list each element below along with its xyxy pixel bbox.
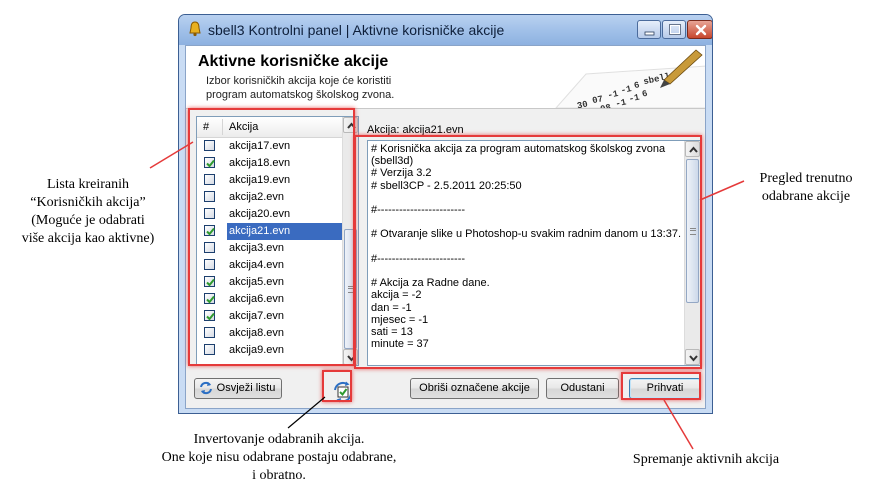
annotation-line: Invertovanje odabranih akcija. [193,432,365,447]
annotation-line: Spremanje aktivnih akcija [632,452,780,467]
annotation-invert: Invertovanje odabranih akcija. One koje … [124,431,434,485]
annotation-line: One koje nisu odabrane postaju odabrane, [161,450,397,465]
annotation-line: (Moguće je odabrati [31,213,145,228]
annotation-line: Lista kreiranih [46,177,130,192]
annotation-save: Spremanje aktivnih akcija [608,451,804,469]
annotation-line: više akcija kao aktivne) [21,231,155,246]
annotation-line: Pregled trenutno [759,171,853,186]
annotation-line: odabrane akcije [761,189,851,204]
annotation-line: i obratno. [252,468,306,483]
annotation-list: Lista kreiranih “Korisničkih akcija” (Mo… [6,176,170,248]
annotation-preview: Pregled trenutno odabrane akcije [744,170,868,206]
annotation-line: “Korisničkih akcija” [30,195,146,210]
